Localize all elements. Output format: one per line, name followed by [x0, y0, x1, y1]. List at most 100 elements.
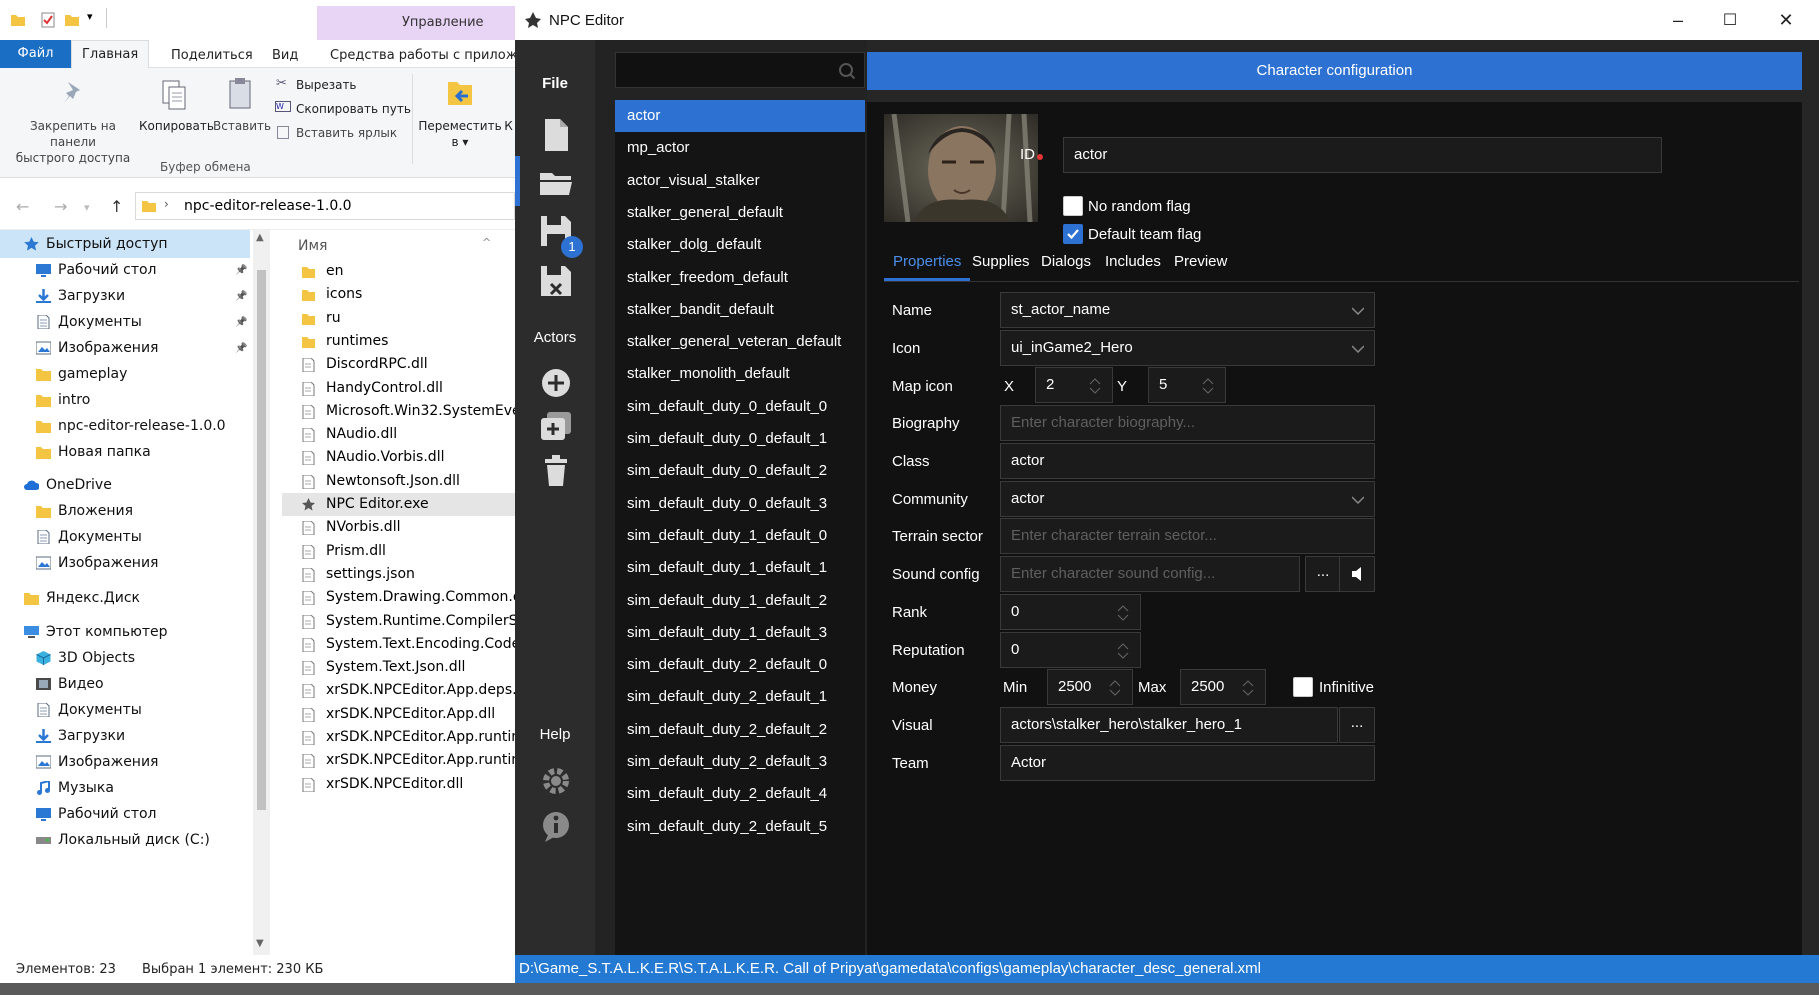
tab-supplies[interactable]: Supplies [972, 253, 1030, 270]
actor-list-item[interactable]: sim_default_duty_0_default_3 [615, 488, 865, 520]
new-folder-icon[interactable] [64, 12, 80, 28]
spinner-icon[interactable] [1241, 679, 1255, 697]
money-min-stepper[interactable]: 2500 [1047, 669, 1133, 705]
nav-item[interactable]: Документы [0, 523, 250, 551]
file-row[interactable]: System.Drawing.Common.dl [282, 586, 515, 609]
quick-access-dropdown-icon[interactable]: ▾ [87, 10, 93, 23]
actor-list[interactable]: actor mp_actor actor_visual_stalker stalker… [615, 100, 865, 955]
properties-icon[interactable] [40, 12, 56, 28]
sound-config-input[interactable]: Enter character sound config... [1000, 556, 1300, 592]
terrain-sector-input[interactable]: Enter character terrain sector... [1000, 518, 1375, 554]
file-row[interactable]: xrSDK.NPCEditor.App.deps.js [282, 679, 515, 702]
tab-preview[interactable]: Preview [1174, 253, 1227, 270]
name-select[interactable]: st_actor_name [1000, 292, 1375, 328]
delete-actor-icon[interactable] [537, 452, 575, 490]
nav-item[interactable]: Документы 📌 [0, 308, 250, 336]
file-row[interactable]: icons [282, 283, 515, 306]
close-icon[interactable]: ✕ [1771, 10, 1801, 31]
tab-file[interactable]: Файл [0, 40, 71, 68]
nav-item[interactable]: Документы [0, 696, 250, 724]
file-row[interactable]: xrSDK.NPCEditor.App.runtim [282, 726, 515, 749]
open-folder-icon[interactable] [537, 164, 575, 202]
actor-list-item[interactable]: sim_default_duty_1_default_0 [615, 520, 865, 552]
actor-list-item[interactable]: sim_default_duty_2_default_5 [615, 811, 865, 843]
icon-select[interactable]: ui_inGame2_Hero [1000, 330, 1375, 366]
copy-to-button[interactable]: К [502, 118, 515, 134]
nav-item[interactable]: Рабочий стол 📌 [0, 256, 250, 284]
spinner-icon[interactable] [1201, 377, 1215, 395]
copy-path-button[interactable]: Скопировать путь [296, 101, 411, 117]
nav-item[interactable]: OneDrive [0, 471, 250, 499]
nav-item[interactable]: Изображения [0, 549, 250, 577]
minimize-icon[interactable]: – [1663, 10, 1693, 31]
no-random-checkbox[interactable] [1063, 196, 1083, 216]
nav-item[interactable]: Музыка [0, 774, 250, 802]
spinner-icon[interactable] [1088, 377, 1102, 395]
file-row[interactable]: NVorbis.dll [282, 516, 515, 539]
actor-list-item[interactable]: sim_default_duty_2_default_4 [615, 778, 865, 810]
actor-list-item[interactable]: sim_default_duty_2_default_3 [615, 746, 865, 778]
rank-stepper[interactable]: 0 [1000, 594, 1141, 630]
actor-list-item[interactable]: actor [615, 100, 865, 132]
scroll-down-icon[interactable]: ▼ [256, 938, 264, 949]
visual-input[interactable]: actors\stalker_hero\stalker_hero_1 [1000, 707, 1338, 743]
nav-item[interactable]: gameplay [0, 360, 250, 388]
nav-scrollbar[interactable]: ▲ ▼ [253, 230, 270, 955]
nav-scroll-thumb[interactable] [257, 270, 266, 810]
actor-list-item[interactable]: stalker_monolith_default [615, 358, 865, 390]
file-row[interactable]: DiscordRPC.dll [282, 353, 515, 376]
paste-button[interactable]: Вставить [213, 118, 271, 134]
community-select[interactable]: actor [1000, 481, 1375, 517]
file-row[interactable]: xrSDK.NPCEditor.App.runtim [282, 749, 515, 772]
file-row[interactable]: xrSDK.NPCEditor.App.dll [282, 703, 515, 726]
actor-list-item[interactable]: sim_default_duty_0_default_1 [615, 423, 865, 455]
money-max-stepper[interactable]: 2500 [1180, 669, 1266, 705]
nav-item[interactable]: Изображения 📌 [0, 334, 250, 362]
file-row[interactable]: HandyControl.dll [282, 377, 515, 400]
nav-item[interactable]: Локальный диск (C:) [0, 826, 250, 854]
tab-properties[interactable]: Properties [893, 253, 961, 270]
nav-item[interactable]: Яндекс.Диск [0, 584, 250, 612]
file-row[interactable]: xrSDK.NPCEditor.dll [282, 773, 515, 796]
duplicate-actor-icon[interactable] [537, 408, 575, 446]
paste-shortcut-button[interactable]: Вставить ярлык [296, 125, 397, 141]
actor-list-item[interactable]: stalker_dolg_default [615, 229, 865, 261]
spinner-icon[interactable] [1108, 679, 1122, 697]
copy-button[interactable]: Копировать [139, 118, 214, 134]
actor-list-item[interactable]: sim_default_duty_1_default_2 [615, 585, 865, 617]
actor-list-item[interactable]: mp_actor [615, 132, 865, 164]
actor-search-input[interactable] [615, 52, 865, 88]
file-row[interactable]: System.Runtime.CompilerSer [282, 610, 515, 633]
address-box[interactable]: › npc-editor-release-1.0.0 [135, 192, 515, 220]
tab-share[interactable]: Поделиться [161, 44, 263, 68]
nav-item[interactable]: Загрузки [0, 722, 250, 750]
tab-home[interactable]: Главная [71, 40, 150, 68]
scroll-up-icon[interactable]: ▲ [256, 232, 264, 243]
add-actor-icon[interactable] [537, 364, 575, 402]
file-row[interactable]: NAudio.dll [282, 423, 515, 446]
file-row[interactable]: Prism.dll [282, 540, 515, 563]
tab-dialogs[interactable]: Dialogs [1041, 253, 1091, 270]
actor-list-item[interactable]: sim_default_duty_0_default_0 [615, 391, 865, 423]
map-y-stepper[interactable]: 5 [1148, 367, 1226, 403]
file-row[interactable]: en [282, 260, 515, 283]
actor-list-item[interactable]: stalker_general_veteran_default [615, 326, 865, 358]
file-row[interactable]: ru [282, 307, 515, 330]
biography-input[interactable]: Enter character biography... [1000, 405, 1375, 441]
back-arrow-icon[interactable]: ← [16, 197, 29, 216]
actor-list-item[interactable]: sim_default_duty_1_default_1 [615, 552, 865, 584]
spinner-icon[interactable] [1116, 604, 1130, 622]
nav-item[interactable]: Загрузки 📌 [0, 282, 250, 310]
forward-arrow-icon[interactable]: → [54, 197, 67, 216]
spinner-icon[interactable] [1116, 642, 1130, 660]
default-team-checkbox[interactable] [1063, 224, 1083, 244]
actor-list-item[interactable]: sim_default_duty_1_default_3 [615, 617, 865, 649]
actor-list-item[interactable]: sim_default_duty_2_default_0 [615, 649, 865, 681]
character-configuration-button[interactable]: Character configuration [867, 52, 1802, 90]
up-arrow-icon[interactable]: ↑ [110, 197, 123, 216]
settings-gear-icon[interactable] [537, 762, 575, 800]
nav-item[interactable]: Этот компьютер [0, 618, 250, 646]
sound-browse-button[interactable]: ... [1305, 556, 1341, 592]
sound-play-button[interactable] [1339, 556, 1375, 592]
nav-item[interactable]: Рабочий стол [0, 800, 250, 828]
